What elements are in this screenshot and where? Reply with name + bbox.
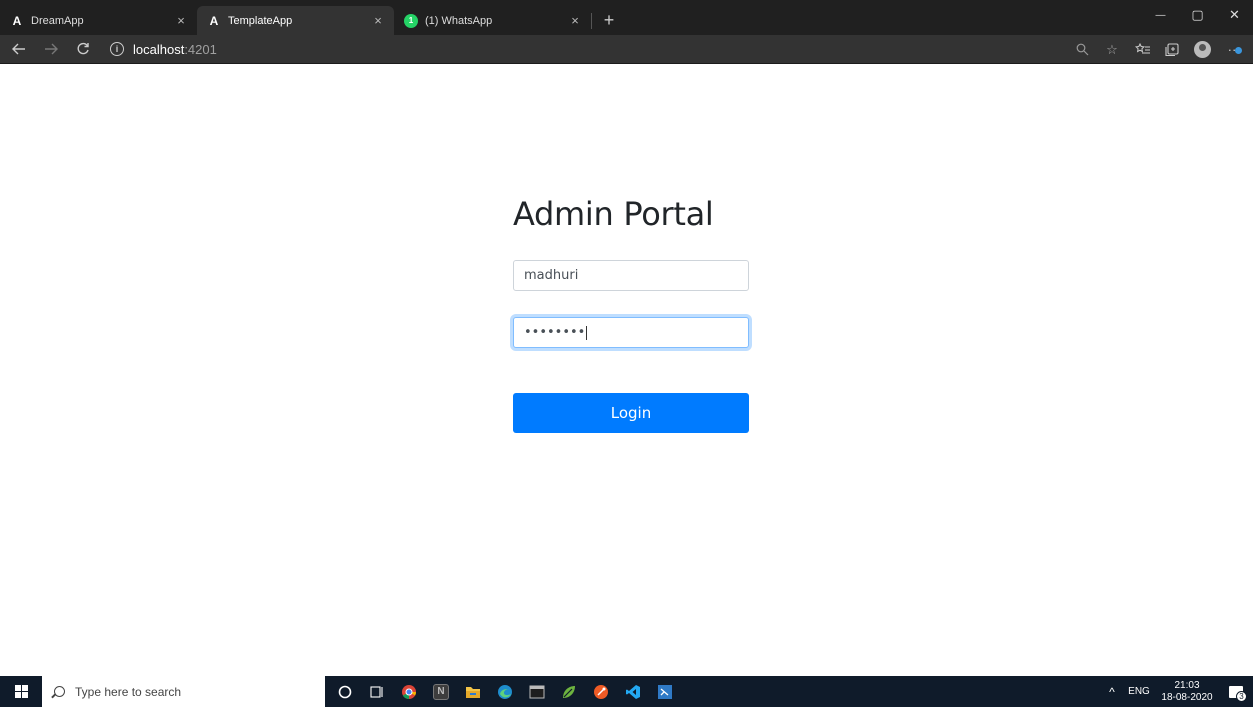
more-icon[interactable]: ··: [1217, 37, 1247, 63]
cortana-icon[interactable]: [329, 676, 361, 707]
vscode-icon[interactable]: [617, 676, 649, 707]
clock-date: 18-08-2020: [1161, 691, 1213, 703]
arrow-left-icon: [12, 43, 25, 55]
page-title: Admin Portal: [513, 195, 714, 233]
password-value: ••••••••: [524, 325, 586, 340]
back-button[interactable]: [6, 36, 32, 62]
clock-time: 21:03: [1174, 679, 1200, 691]
language-indicator[interactable]: ENG: [1123, 686, 1155, 697]
refresh-icon: [77, 42, 89, 55]
system-tray: ^ ENG 21:03 18-08-2020 3: [1101, 676, 1253, 707]
profile-icon[interactable]: [1187, 37, 1217, 63]
forward-button[interactable]: [38, 36, 64, 62]
url-port: :4201: [184, 41, 217, 57]
remote-desktop-icon[interactable]: [649, 676, 681, 707]
file-explorer-icon[interactable]: [457, 676, 489, 707]
angular-favicon-icon: A: [209, 13, 219, 28]
close-window-button[interactable]: ✕: [1216, 0, 1253, 30]
taskbar-apps: N: [329, 676, 681, 707]
collections-icon[interactable]: [1157, 37, 1187, 63]
minimize-button[interactable]: —: [1142, 0, 1179, 30]
edge-icon[interactable]: [489, 676, 521, 707]
onenote-icon[interactable]: N: [425, 676, 457, 707]
url-host: localhost: [133, 41, 185, 57]
tab-title: TemplateApp: [228, 14, 293, 27]
tab-templateapp[interactable]: A TemplateApp ×: [197, 6, 394, 35]
taskbar-search-input[interactable]: Type here to search: [42, 676, 325, 707]
angular-favicon-icon: A: [12, 13, 22, 28]
username-value: madhuri: [524, 268, 579, 283]
tab-separator: [591, 13, 592, 29]
new-tab-button[interactable]: +: [598, 9, 620, 31]
tab-whatsapp[interactable]: 1 (1) WhatsApp ×: [394, 6, 591, 35]
login-button[interactable]: Login: [513, 393, 749, 433]
task-view-icon[interactable]: [361, 676, 393, 707]
refresh-button[interactable]: [70, 36, 96, 62]
search-placeholder: Type here to search: [75, 684, 182, 699]
chrome-icon[interactable]: [393, 676, 425, 707]
action-center-button[interactable]: 3: [1219, 676, 1253, 707]
search-icon[interactable]: [1067, 37, 1097, 63]
windows-taskbar: Type here to search N ^ ENG 21:03 18-08-…: [0, 676, 1253, 707]
notification-badge: 3: [1236, 691, 1247, 702]
browser-toolbar: i localhost:4201 ☆ ··: [0, 35, 1253, 64]
toolbar-actions: ☆ ··: [1067, 35, 1247, 64]
start-button[interactable]: [0, 676, 42, 707]
star-icon[interactable]: ☆: [1097, 37, 1127, 63]
tab-dreamapp[interactable]: A DreamApp ×: [0, 6, 197, 35]
page-content: Admin Portal madhuri •••••••• Login: [0, 65, 1253, 676]
maximize-button[interactable]: ▢: [1179, 0, 1216, 30]
favorites-icon[interactable]: [1127, 37, 1157, 63]
window-controls: — ▢ ✕: [1142, 0, 1253, 30]
tab-close-icon[interactable]: ×: [173, 13, 189, 29]
tab-close-icon[interactable]: ×: [567, 13, 583, 29]
spring-tool-icon[interactable]: [553, 676, 585, 707]
password-input[interactable]: ••••••••: [513, 317, 749, 348]
address-bar[interactable]: i localhost:4201: [110, 38, 217, 60]
tab-close-icon[interactable]: ×: [370, 13, 386, 29]
arrow-right-icon: [45, 43, 58, 55]
search-icon: [54, 686, 65, 697]
postman-icon[interactable]: [585, 676, 617, 707]
username-input[interactable]: madhuri: [513, 260, 749, 291]
text-caret: [586, 325, 588, 340]
tab-title: (1) WhatsApp: [425, 14, 493, 27]
chevron-up-icon[interactable]: ^: [1101, 685, 1123, 699]
whatsapp-favicon-icon: 1: [404, 13, 418, 28]
avatar: [1193, 41, 1211, 58]
windows-logo-icon: [14, 685, 28, 698]
tab-title: DreamApp: [31, 14, 84, 27]
update-dot-icon: [1235, 46, 1242, 54]
terminal-icon[interactable]: [521, 676, 553, 707]
site-info-icon[interactable]: i: [110, 42, 124, 56]
clock[interactable]: 21:03 18-08-2020: [1155, 680, 1219, 704]
browser-tab-strip: A DreamApp × A TemplateApp × 1 (1) Whats…: [0, 0, 1253, 35]
